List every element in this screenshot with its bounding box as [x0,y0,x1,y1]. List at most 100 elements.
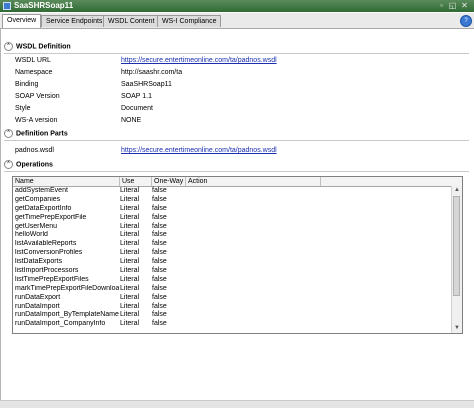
wsdl-definition-header[interactable]: ⌃ WSDL Definition [4,42,71,52]
close-icon[interactable]: ✕ [460,1,469,10]
binding-label: Binding [15,81,39,88]
wsdl-url-link[interactable]: https://secure.entertimeonline.com/ta/pa… [121,56,277,66]
column-header-action[interactable]: Action [186,177,321,186]
tab-service-endpoints[interactable]: Service Endpoints [41,15,108,27]
scroll-up-icon[interactable]: ▲ [452,186,462,195]
operation-name-cell: listConversionProfiles [15,249,83,257]
operation-name-cell: addSystemEvent [15,187,68,194]
operation-use-cell: Literal [120,249,140,257]
table-row[interactable]: listDataExports Literal false [13,258,451,267]
section-divider [4,171,469,172]
vertical-scrollbar[interactable]: ▲ ▼ [451,186,462,333]
maximize-icon[interactable]: ▫ [437,1,446,10]
table-row[interactable]: getDataExportInfo Literal false [13,205,451,214]
table-row[interactable]: runDataExport Literal false [13,294,451,303]
soap-version-label: SOAP Version [15,93,60,100]
table-row[interactable]: getTimePrepExportFile Literal false [13,214,451,223]
table-row[interactable]: addSystemEvent Literal false [13,187,451,196]
tab-overview[interactable]: Overview [2,14,42,28]
column-header-name[interactable]: Name [13,177,120,186]
operation-use-cell: Literal [120,267,140,275]
definition-parts-header[interactable]: ⌃ Definition Parts [4,129,68,139]
operation-use-cell: Literal [120,222,140,230]
collapse-icon[interactable]: ⌃ [4,129,13,138]
style-value: Document [121,105,153,112]
operation-oneway-cell: false [152,293,167,301]
operation-name-cell: listDataExports [15,258,63,266]
table-header: Name Use One-Way Action [13,177,462,187]
operation-name-cell: getCompanies [15,195,61,203]
operation-use-cell: Literal [120,195,140,203]
definition-part-name: padnos.wsdl [15,147,54,154]
scrollbar-thumb[interactable] [453,196,460,296]
table-row[interactable]: runDataImport Literal false [13,303,451,312]
operation-name-cell: runDataImport_CompanyInfo [15,320,106,328]
table-row[interactable]: helloWorld Literal false [13,231,451,240]
operation-use-cell: Literal [120,213,140,221]
namespace-label: Namespace [15,69,53,76]
column-header-use[interactable]: Use [120,177,152,186]
section-divider [4,53,469,54]
window-app-icon [3,2,11,10]
column-header-one-way[interactable]: One-Way [152,177,186,186]
operation-oneway-cell: false [152,213,167,221]
operation-use-cell: Literal [120,320,140,328]
operation-name-cell: runDataImport [15,302,60,310]
table-row[interactable]: markTimePrepExportFileDownloa... Literal f… [13,285,451,294]
section-divider [4,140,469,141]
operation-use-cell: Literal [120,231,140,239]
operation-oneway-cell: false [152,204,167,212]
operation-oneway-cell: false [152,320,167,328]
table-row[interactable]: runDataImport_ByTemplateName Literal false [13,311,451,320]
binding-value: SaaSHRSoap11 [121,81,172,88]
operation-oneway-cell: false [152,302,167,310]
definition-part-link[interactable]: https://secure.entertimeonline.com/ta/pa… [121,146,277,156]
operation-use-cell: Literal [120,258,140,266]
table-row[interactable]: runDataImport_CompanyInfo Literal false [13,320,451,329]
table-row[interactable]: listConversionProfiles Literal false [13,249,451,258]
operation-use-cell: Literal [120,302,140,310]
section-title: WSDL Definition [16,43,71,51]
operation-name-cell: listAvailableReports [15,240,77,248]
operation-name-cell: runDataImport_ByTemplateName [15,311,119,319]
table-row[interactable]: getUserMenu Literal false [13,223,451,232]
table-row[interactable]: getCompanies Literal false [13,196,451,205]
operation-oneway-cell: false [152,249,167,257]
window-title: SaaSHRSoap11 [14,1,74,10]
operation-oneway-cell: false [152,311,167,319]
help-button[interactable]: ? [460,15,472,27]
section-title: Definition Parts [16,130,68,138]
tab-wsdl-content[interactable]: WSDL Content [103,15,160,27]
operation-use-cell: Literal [120,293,140,301]
operations-table: Name Use One-Way Action addSystemEvent Li… [12,176,463,334]
table-row[interactable]: listImportProcessors Literal false [13,267,451,276]
ws-a-version-label: WS-A version [15,117,58,124]
tab-label: Service Endpoints [46,18,103,25]
operation-use-cell: Literal [120,204,140,212]
operation-name-cell: getDataExportInfo [15,204,72,212]
tab-ws-i-compliance[interactable]: WS-I Compliance [157,15,222,27]
operation-use-cell: Literal [120,284,140,292]
collapse-icon[interactable]: ⌃ [4,160,13,169]
table-row[interactable]: listAvailableReports Literal false [13,240,451,249]
operation-name-cell: listImportProcessors [15,267,79,275]
table-body: addSystemEvent Literal false getCompanies Li… [13,187,451,329]
operation-oneway-cell: false [152,187,167,194]
operation-oneway-cell: false [152,284,167,292]
table-row[interactable]: listTimePrepExportFiles Literal false [13,276,451,285]
operation-oneway-cell: false [152,240,167,248]
operations-header[interactable]: ⌃ Operations [4,160,53,170]
collapse-icon[interactable]: ⌃ [4,42,13,51]
section-title: Operations [16,161,53,169]
wsdl-url-label: WSDL URL [15,57,51,64]
tab-bar: Overview Service Endpoints WSDL Content … [0,13,474,29]
operation-use-cell: Literal [120,311,140,319]
operation-name-cell: getUserMenu [15,222,58,230]
tab-label: Overview [7,17,37,24]
operation-name-cell: markTimePrepExportFileDownloa... [15,284,119,292]
restore-icon[interactable]: ◱ [448,1,457,10]
operation-oneway-cell: false [152,231,167,239]
operation-oneway-cell: false [152,267,167,275]
soap-version-value: SOAP 1.1 [121,93,153,100]
scroll-down-icon[interactable]: ▼ [452,324,462,333]
